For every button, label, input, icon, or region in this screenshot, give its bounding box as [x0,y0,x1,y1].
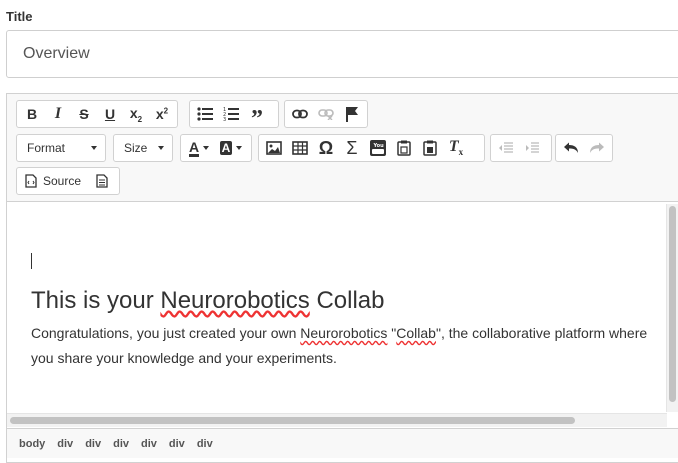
anchor-flag-icon [346,107,358,122]
strikethrough-button[interactable]: S [71,102,97,126]
format-dropdown-label: Format [27,141,66,155]
background-color-icon: A [219,141,233,155]
increase-indent-button[interactable] [519,136,545,160]
path-crumb-div[interactable]: div [169,438,185,450]
paste-text-button[interactable] [391,136,417,160]
link-icon [292,109,308,119]
title-input[interactable]: Overview [6,30,678,78]
chevron-down-icon [236,146,243,150]
path-crumb-div[interactable]: div [113,438,129,450]
remove-format-icon: Tx [448,138,464,158]
underline-button[interactable]: U [97,102,123,126]
strikethrough-icon: S [79,106,89,122]
insert-group: Ω Σ You Tx [258,134,485,162]
unlink-icon [318,109,334,120]
link-button[interactable] [287,102,313,126]
clipboard-icon [397,140,411,156]
numbered-list-icon: 123 [223,107,239,121]
italic-button[interactable]: I [45,102,71,126]
math-formula-button[interactable]: Σ [339,136,365,160]
content-heading: This is your Neurorobotics Collab [31,287,385,314]
clipboard-word-icon [423,140,437,156]
blockquote-button[interactable]: ” [244,102,270,132]
vertical-scrollbar[interactable] [666,204,678,412]
svg-text:You: You [373,143,385,149]
path-crumb-div[interactable]: div [57,438,73,450]
bold-icon: B [26,106,38,122]
italic-icon: I [54,105,62,122]
path-crumb-div[interactable]: div [197,438,213,450]
title-label: Title [6,9,33,24]
paste-word-button[interactable] [417,136,443,160]
remove-format-button[interactable]: Tx [443,136,469,160]
content-paragraph: Congratulations, you just created your o… [31,325,648,366]
source-code-icon [25,174,37,188]
text-cursor [31,253,32,269]
sigma-icon: Σ [346,137,358,158]
table-icon [292,141,308,155]
path-crumb-body[interactable]: body [19,438,45,450]
color-group: A A [180,134,252,162]
youtube-icon: You [370,140,386,156]
indent-group [490,134,552,162]
special-character-button[interactable]: Ω [313,136,339,160]
outdent-icon [499,142,513,153]
svg-text:3: 3 [223,117,226,121]
subscript-button[interactable]: x2 [123,102,149,126]
vertical-scrollbar-thumb[interactable] [669,206,676,402]
chevron-down-icon [158,146,164,150]
horizontal-scrollbar-thumb[interactable] [10,417,575,424]
editor-content-area[interactable]: This is your Neurorobotics Collab Congra… [7,203,667,413]
table-button[interactable] [287,136,313,160]
unlink-button[interactable] [313,102,339,126]
redo-button[interactable] [584,136,610,160]
link-group [284,100,368,128]
chevron-down-icon [91,146,97,150]
preview-button[interactable] [89,169,115,193]
background-color-button[interactable]: A [215,136,247,160]
numbered-list-button[interactable]: 123 [218,102,244,126]
bold-button[interactable]: B [19,102,45,126]
text-color-icon: A [188,138,200,157]
indent-icon [526,142,539,153]
youtube-button[interactable]: You [365,136,391,160]
element-path-bar: body div div div div div div [7,428,678,458]
bulleted-list-icon [197,107,213,121]
text-color-button[interactable]: A [183,136,215,160]
document-icon [96,174,108,188]
format-dropdown[interactable]: Format [16,134,106,162]
superscript-icon: x2 [155,106,169,122]
decrease-indent-button[interactable] [493,136,519,160]
underline-icon: U [104,106,116,122]
history-group [555,134,613,162]
list-group: 123 ” [189,100,279,132]
undo-icon [564,142,578,153]
source-group: Source [16,167,120,195]
editor-toolbar: B I S U x2 x2 123 ” Format Size A A Ω Σ … [7,94,678,202]
image-button[interactable] [261,136,287,160]
redo-icon [590,142,604,153]
title-input-value: Overview [23,45,90,62]
horizontal-scrollbar[interactable] [7,413,667,427]
subscript-icon: x2 [129,104,143,124]
omega-icon: Ω [318,137,334,158]
source-button[interactable]: Source [19,169,89,193]
size-dropdown[interactable]: Size [113,134,173,162]
blockquote-icon: ” [251,106,263,132]
undo-button[interactable] [558,136,584,160]
source-button-label: Source [43,174,82,188]
bulleted-list-button[interactable] [192,102,218,126]
anchor-button[interactable] [339,102,365,126]
basic-styles-group: B I S U x2 x2 [16,100,178,128]
superscript-button[interactable]: x2 [149,102,175,126]
chevron-down-icon [203,146,210,150]
image-icon [266,141,282,155]
path-crumb-div[interactable]: div [141,438,157,450]
path-crumb-div[interactable]: div [85,438,101,450]
rich-text-editor: B I S U x2 x2 123 ” Format Size A A Ω Σ … [6,93,678,463]
size-dropdown-label: Size [124,141,148,155]
